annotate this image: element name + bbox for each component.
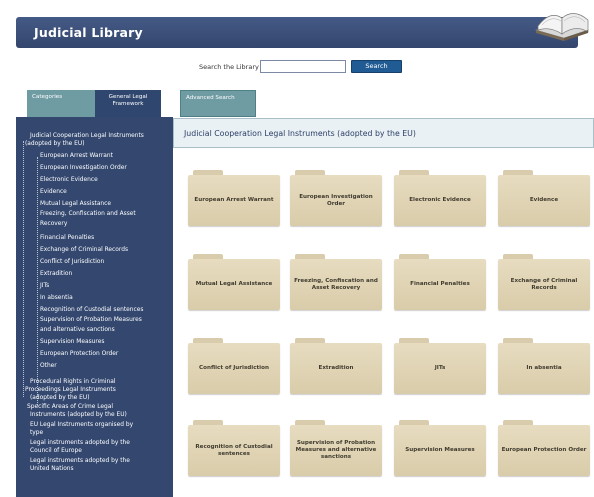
tree-line (37, 157, 38, 405)
folder-label: Electronic Evidence (409, 197, 471, 203)
sidebar-item-eu-legal-by-type-sub[interactable]: type (30, 430, 43, 437)
folder-label: Extradition (318, 365, 354, 371)
sidebar-item-freezing-confiscation-sub[interactable]: Recovery (40, 221, 67, 228)
sidebar-item-in-absentia[interactable]: In absentia (40, 295, 73, 302)
sidebar-item-european-investigation-order[interactable]: European Investigation Order (40, 165, 127, 172)
tab-categories[interactable]: Categories (27, 90, 95, 117)
search-label: Search the Library (199, 63, 259, 71)
sidebar-item-financial-penalties[interactable]: Financial Penalties (40, 235, 94, 242)
tab-advanced-search[interactable]: Advanced Search (180, 90, 256, 117)
sidebar-item-extradition[interactable]: Extradition (40, 271, 72, 278)
sidebar-item-council-of-europe[interactable]: Legal instruments adopted by the (30, 440, 130, 447)
folder-exchange-criminal-records[interactable]: Exchange of Criminal Records (498, 254, 590, 310)
sidebar-item-procedural-rights-sub2[interactable]: (adopted by the EU) (30, 395, 90, 402)
sidebar-item-mutual-legal-assistance[interactable]: Mutual Legal Assistance (40, 201, 111, 208)
sidebar: Judicial Cooperation Legal Instruments (… (16, 117, 173, 497)
folder-electronic-evidence[interactable]: Electronic Evidence (394, 170, 486, 226)
sidebar-item-jits[interactable]: JITs (40, 283, 49, 290)
folder-supervision-probation[interactable]: Supervision of Probation Measures and al… (290, 420, 382, 476)
folder-label: Evidence (529, 197, 559, 203)
book-icon (530, 0, 594, 44)
tab-general-legal-framework[interactable]: General Legal Framework (95, 90, 161, 117)
folder-label: Freezing, Confiscation and Asset Recover… (294, 277, 378, 291)
folder-label: Mutual Legal Assistance (195, 281, 273, 287)
sidebar-item-freezing-confiscation[interactable]: Freezing, Confiscation and Asset (40, 211, 136, 218)
folder-european-arrest-warrant[interactable]: European Arrest Warrant (188, 170, 280, 226)
folder-extradition[interactable]: Extradition (290, 338, 382, 394)
tree-line (23, 141, 24, 397)
folder-freezing-confiscation[interactable]: Freezing, Confiscation and Asset Recover… (290, 254, 382, 310)
folder-label: Financial Penalties (410, 281, 470, 287)
sidebar-item-exchange-criminal-records[interactable]: Exchange of Criminal Records (40, 247, 128, 254)
folder-label: European Investigation Order (299, 193, 373, 207)
sidebar-item-united-nations[interactable]: Legal instruments adopted by the (30, 458, 130, 465)
page-title: Judicial Cooperation Legal Instruments (… (184, 129, 416, 138)
folder-conflict-of-jurisdiction[interactable]: Conflict of Jurisdiction (188, 338, 280, 394)
sidebar-item-judicial-cooperation-sub[interactable]: (adopted by the EU) (25, 141, 85, 148)
sidebar-item-european-protection-order[interactable]: European Protection Order (40, 351, 118, 358)
folder-label: European Protection Order (501, 447, 587, 453)
sidebar-item-conflict-of-jurisdiction[interactable]: Conflict of Jurisdiction (40, 259, 104, 266)
folder-jits[interactable]: JITs (394, 338, 486, 394)
sidebar-item-other[interactable]: Other (40, 363, 57, 370)
folder-mutual-legal-assistance[interactable]: Mutual Legal Assistance (188, 254, 280, 310)
search-input[interactable] (260, 60, 346, 73)
sidebar-item-specific-areas[interactable]: Specific Areas of Crime Legal (27, 404, 113, 411)
folder-in-absentia[interactable]: In absentia (498, 338, 590, 394)
folder-european-protection-order[interactable]: European Protection Order (498, 420, 590, 476)
header-banner: Judicial Library (16, 17, 578, 48)
content-header: Judicial Cooperation Legal Instruments (… (173, 118, 594, 148)
folder-label: Supervision Measures (405, 447, 475, 453)
sidebar-item-council-of-europe-sub[interactable]: Council of Europe (30, 448, 82, 455)
search-button[interactable]: Search (351, 60, 402, 73)
sidebar-item-procedural-rights[interactable]: Procedural Rights in Criminal (30, 379, 115, 386)
sidebar-item-electronic-evidence[interactable]: Electronic Evidence (40, 177, 98, 184)
folder-label: In absentia (526, 365, 562, 371)
folder-label: JITs (434, 365, 446, 371)
sidebar-item-united-nations-sub[interactable]: United Nations (30, 466, 74, 473)
folder-supervision-measures[interactable]: Supervision Measures (394, 420, 486, 476)
folder-label: Conflict of Jurisdiction (199, 365, 269, 371)
sidebar-item-procedural-rights-sub1[interactable]: Proceedings Legal Instruments (25, 387, 116, 394)
sidebar-item-specific-areas-sub[interactable]: Instruments (adopted by the EU) (30, 412, 127, 419)
sidebar-item-judicial-cooperation[interactable]: Judicial Cooperation Legal Instruments (30, 133, 144, 140)
folder-recognition-custodial[interactable]: Recognition of Custodial sentences (188, 420, 280, 476)
folder-label: Recognition of Custodial sentences (195, 443, 273, 457)
sidebar-item-supervision-probation[interactable]: Supervision of Probation Measures (40, 317, 142, 324)
sidebar-item-supervision-measures[interactable]: Supervision Measures (40, 339, 104, 346)
app-title: Judicial Library (34, 25, 143, 40)
folder-label: European Arrest Warrant (194, 197, 274, 203)
sidebar-item-supervision-probation-sub[interactable]: and alternative sanctions (40, 327, 115, 334)
sidebar-item-evidence[interactable]: Evidence (40, 189, 67, 196)
folder-evidence[interactable]: Evidence (498, 170, 590, 226)
sidebar-item-eu-legal-by-type[interactable]: EU Legal Instruments organised by (30, 422, 133, 429)
folder-label: Supervision of Probation Measures and al… (295, 440, 377, 460)
folder-label: Exchange of Criminal Records (510, 277, 578, 291)
folder-financial-penalties[interactable]: Financial Penalties (394, 254, 486, 310)
folder-european-investigation-order[interactable]: European Investigation Order (290, 170, 382, 226)
sidebar-item-recognition-custodial[interactable]: Recognition of Custodial sentences (40, 307, 143, 314)
sidebar-item-european-arrest-warrant[interactable]: European Arrest Warrant (40, 153, 113, 160)
